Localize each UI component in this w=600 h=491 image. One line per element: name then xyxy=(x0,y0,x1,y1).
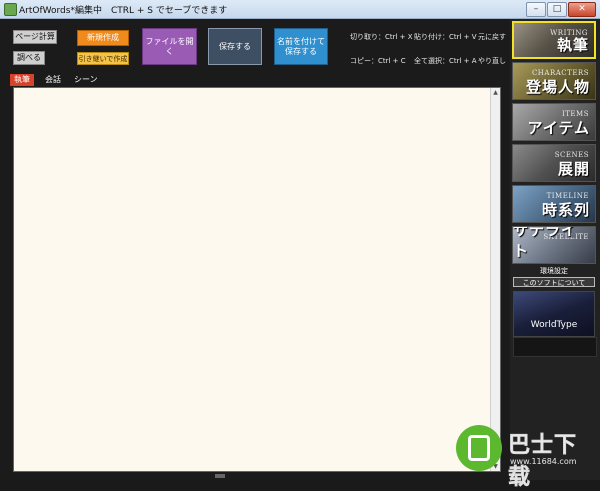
mode-sidebar: WRITING 執筆 CHARACTERS 登場人物 ITEMS アイテム SC… xyxy=(510,19,600,480)
env-settings-button[interactable]: 環境設定 xyxy=(513,266,595,276)
shortcut-copy: コピー：Ctrl + C xyxy=(350,57,406,65)
tab-writing[interactable]: 執筆 xyxy=(10,74,34,86)
watermark: 巴士下载 www.11684.com xyxy=(452,421,598,490)
editor-textarea[interactable] xyxy=(14,88,500,471)
watermark-logo-mark xyxy=(468,435,490,461)
text-editor: ▲ ▼ xyxy=(13,87,501,472)
window-controls: – □ ✕ xyxy=(526,2,596,17)
shortcut-select-all: 全て選択：Ctrl + A xyxy=(414,57,477,65)
sidebar-item-characters[interactable]: CHARACTERS 登場人物 xyxy=(512,62,596,100)
panel-jp-label: サテライト xyxy=(513,226,578,260)
editor-tabs: 執筆 会話 シーン xyxy=(0,73,510,87)
new-button[interactable]: 新規作成 xyxy=(77,30,129,46)
shortcut-paste: 貼り付け：Ctrl + V xyxy=(414,33,477,41)
about-button[interactable]: このソフトについて xyxy=(513,277,595,287)
panel-jp-label: アイテム xyxy=(527,119,590,137)
window-title: ArtOfWords*編集中 CTRL + S でセーブできます xyxy=(19,6,228,16)
app-icon xyxy=(4,3,17,16)
watermark-logo-icon xyxy=(456,425,502,471)
save-button[interactable]: 保存する xyxy=(208,28,262,65)
sidebar-item-satellite[interactable]: SATELLITE サテライト xyxy=(512,226,596,264)
save-as-label-line1: 名前を付けて xyxy=(277,36,325,46)
app-window: ArtOfWords*編集中 CTRL + S でセーブできます – □ ✕ ペ… xyxy=(0,0,600,490)
shortcut-redo[interactable]: やり直し xyxy=(478,56,506,66)
tab-scene[interactable]: シーン xyxy=(70,74,102,86)
save-as-label-line2: 保存する xyxy=(285,46,317,56)
watermark-url: www.11684.com xyxy=(510,457,577,466)
worldtype-banner[interactable]: WorldType xyxy=(513,291,595,337)
worldtype-label: WorldType xyxy=(530,320,578,330)
save-as-button[interactable]: 名前を付けて 保存する xyxy=(274,28,328,65)
sidebar-spacer xyxy=(513,337,597,357)
minimize-button[interactable]: – xyxy=(526,2,546,17)
close-button[interactable]: ✕ xyxy=(568,2,596,17)
maximize-button[interactable]: □ xyxy=(547,2,567,17)
title-bar: ArtOfWords*編集中 CTRL + S でセーブできます – □ ✕ xyxy=(0,0,600,19)
scroll-up-arrow-icon[interactable]: ▲ xyxy=(491,88,500,97)
sidebar-item-timeline[interactable]: TIMELINE 時系列 xyxy=(512,185,596,223)
sidebar-item-writing[interactable]: WRITING 執筆 xyxy=(512,21,596,59)
page-calc-button[interactable]: ページ計算 xyxy=(13,30,57,44)
sidebar-item-scenes[interactable]: SCENES 展開 xyxy=(512,144,596,182)
editor-scrollbar[interactable]: ▲ ▼ xyxy=(490,88,500,471)
search-button[interactable]: 調べる xyxy=(13,51,45,65)
open-file-button[interactable]: ファイルを開く xyxy=(142,28,197,65)
panel-jp-label: 登場人物 xyxy=(525,78,590,96)
panel-jp-label: 展開 xyxy=(557,160,590,178)
sidebar-item-items[interactable]: ITEMS アイテム xyxy=(512,103,596,141)
tab-dialogue[interactable]: 会話 xyxy=(41,74,65,86)
inherit-new-button[interactable]: 引き継いで作成 xyxy=(77,52,129,65)
shortcut-undo[interactable]: 元に戻す xyxy=(478,32,506,42)
resize-handle[interactable] xyxy=(215,474,225,478)
panel-jp-label: 時系列 xyxy=(541,201,590,219)
toolbar: ページ計算 調べる 新規作成 引き継いで作成 ファイルを開く 保存する 名前を付… xyxy=(0,19,510,72)
panel-jp-label: 執筆 xyxy=(556,36,589,54)
shortcut-cut: 切り取り：Ctrl + X xyxy=(350,33,413,41)
